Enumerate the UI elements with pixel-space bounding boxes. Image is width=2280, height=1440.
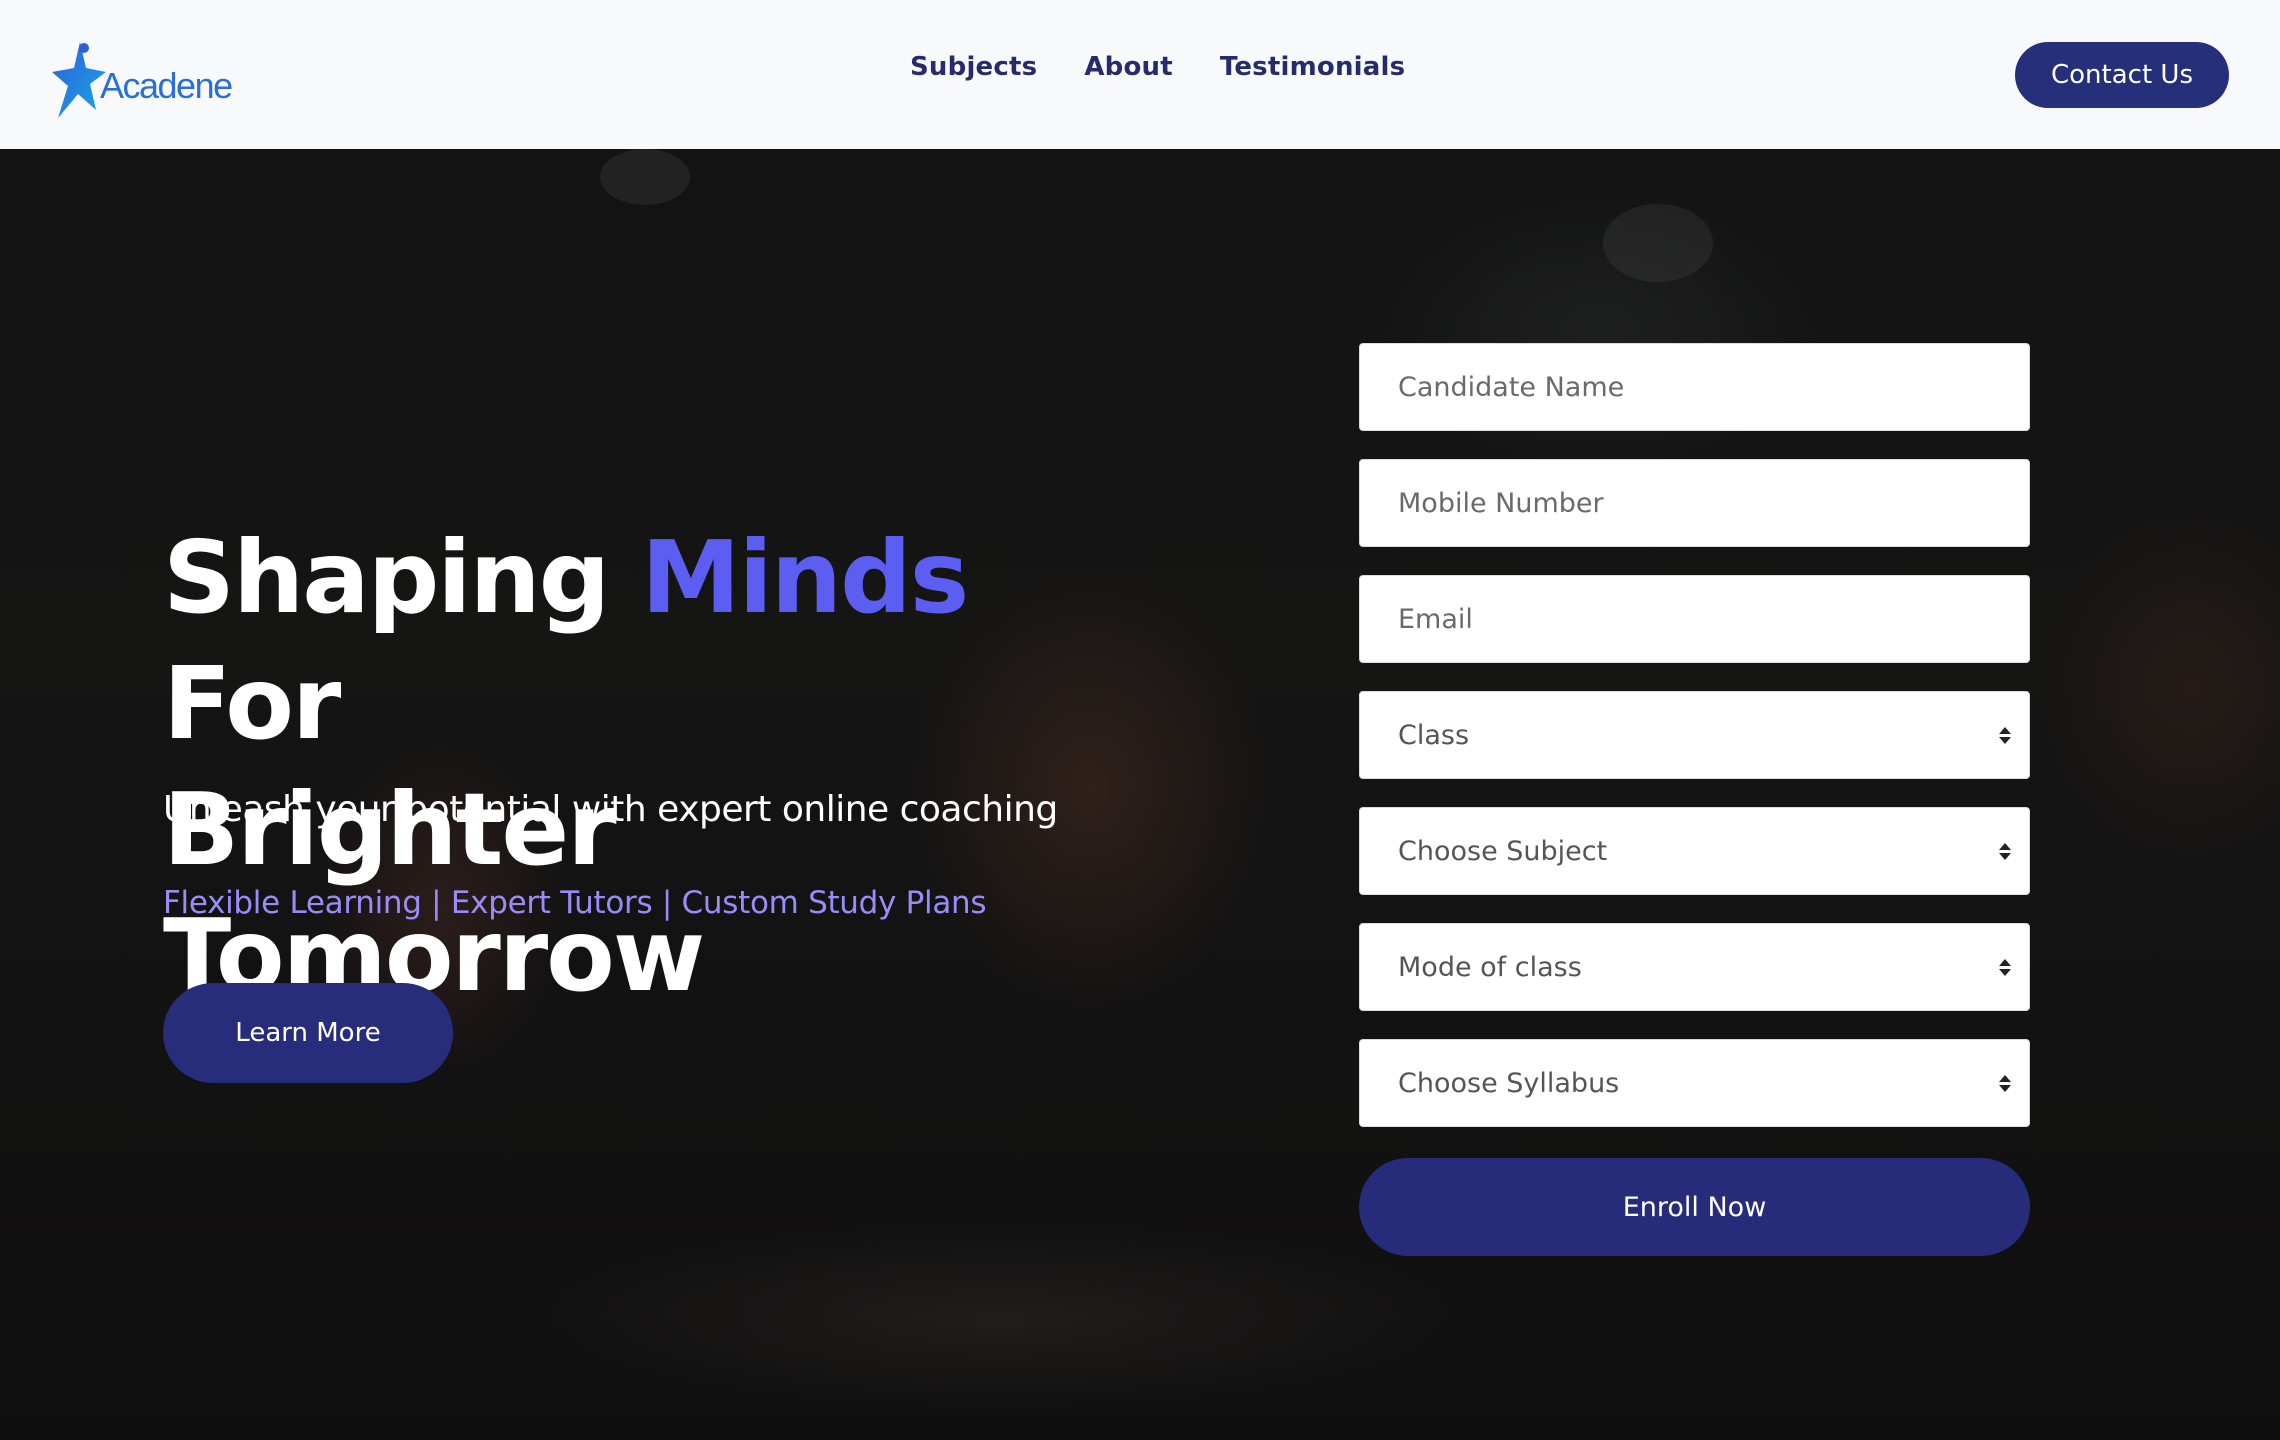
hero-features: Flexible Learning | Expert Tutors | Cust… <box>163 885 987 921</box>
main-nav: Subjects About Testimonials <box>910 52 1405 82</box>
nav-testimonials[interactable]: Testimonials <box>1220 52 1405 82</box>
hero-title-part1: Shaping <box>163 519 642 636</box>
subject-select-value: Choose Subject <box>1398 835 1608 867</box>
candidate-name-input[interactable] <box>1359 343 2030 431</box>
brand-name: Acadene <box>100 65 233 106</box>
class-select[interactable]: Class <box>1359 691 2030 779</box>
hero-subtitle: Unleash your potential with expert onlin… <box>163 789 1058 830</box>
nav-about[interactable]: About <box>1084 52 1173 82</box>
select-arrows-icon <box>1999 1074 2011 1092</box>
email-input[interactable] <box>1359 575 2030 663</box>
hero-title-part2: For <box>163 645 341 762</box>
brand-logo[interactable]: Acadene <box>50 38 240 124</box>
nav-subjects[interactable]: Subjects <box>910 52 1037 82</box>
mode-select-value: Mode of class <box>1398 951 1582 983</box>
select-arrows-icon <box>1999 958 2011 976</box>
enroll-now-button[interactable]: Enroll Now <box>1359 1158 2030 1256</box>
class-select-value: Class <box>1398 719 1470 751</box>
mode-select[interactable]: Mode of class <box>1359 923 2030 1011</box>
syllabus-select-value: Choose Syllabus <box>1398 1067 1620 1099</box>
hero-section: Shaping Minds For Brighter Tomorrow Unle… <box>0 149 2280 1440</box>
contact-us-button[interactable]: Contact Us <box>2015 42 2229 108</box>
hero-title: Shaping Minds For Brighter Tomorrow <box>163 515 1163 1019</box>
learn-more-button[interactable]: Learn More <box>163 983 453 1083</box>
syllabus-select[interactable]: Choose Syllabus <box>1359 1039 2030 1127</box>
mobile-number-input[interactable] <box>1359 459 2030 547</box>
select-arrows-icon <box>1999 842 2011 860</box>
select-arrows-icon <box>1999 726 2011 744</box>
hero-title-accent: Minds <box>641 519 969 636</box>
site-header: Acadene Subjects About Testimonials Cont… <box>0 0 2280 149</box>
subject-select[interactable]: Choose Subject <box>1359 807 2030 895</box>
star-person-icon <box>52 42 106 118</box>
